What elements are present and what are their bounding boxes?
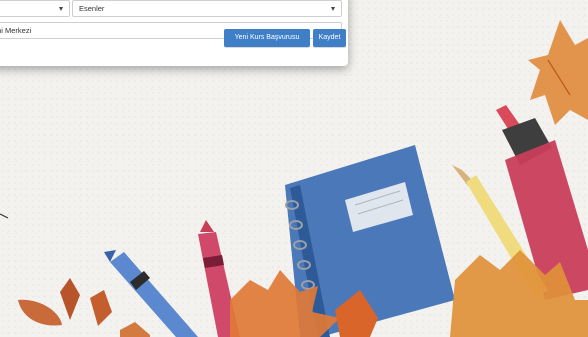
district-select[interactable]: Esenler [72,0,342,17]
previous-select[interactable] [0,0,70,17]
maple-leaf-icon [528,20,588,125]
leaf-icon [18,278,150,337]
chevron-down-icon [59,7,63,11]
course-application-form: Esenler mi Merkezi Yeni Kurs Başvurusu K… [0,0,348,66]
chevron-down-icon [331,7,335,11]
center-select-value: mi Merkezi [0,26,32,35]
district-select-value: Esenler [79,4,105,13]
twig-icon [0,213,9,219]
save-button[interactable]: Kaydet [313,29,346,47]
crayon-icon [104,250,198,337]
new-course-application-button[interactable]: Yeni Kurs Başvurusu [224,29,310,47]
